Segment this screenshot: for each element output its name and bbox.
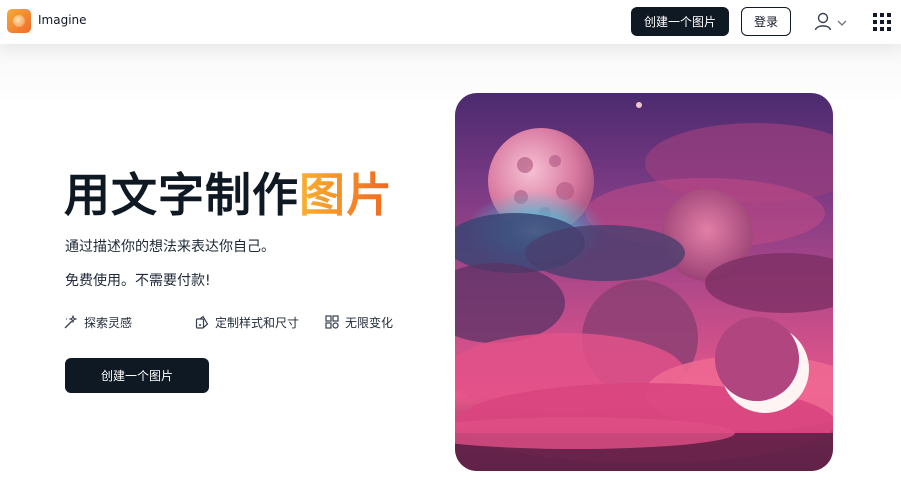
feature-label: 无限变化 — [345, 315, 394, 330]
user-menu[interactable] — [814, 12, 850, 32]
chevron-down-icon — [837, 20, 847, 26]
hero-title-accent: 图片 — [299, 168, 393, 222]
apps-grid-icon[interactable] — [873, 13, 891, 31]
imagine-logo-icon[interactable] — [7, 9, 31, 33]
hero-subtitle: 通过描述你的想法来表达你自己。 — [65, 239, 275, 255]
hero-title: 用文字制作图片 — [64, 167, 393, 223]
hero-free-note: 免费使用。不需要付款! — [65, 273, 211, 289]
grid-icon — [325, 315, 339, 329]
hero-title-main: 用文字制作 — [64, 168, 299, 222]
feature-custom-style: 定制样式和尺寸 — [195, 314, 299, 330]
wand-icon — [64, 315, 78, 329]
hero-moon-sky-image — [455, 93, 833, 471]
palette-icon — [195, 315, 209, 329]
feature-explore: 探索灵感 — [64, 314, 132, 330]
create-image-button-hero[interactable]: 创建一个图片 — [65, 358, 209, 393]
login-button[interactable]: 登录 — [741, 7, 791, 36]
feature-unlimited: 无限变化 — [325, 314, 393, 330]
feature-label: 探索灵感 — [84, 315, 133, 330]
top-navbar: Imagine 创建一个图片 登录 — [0, 0, 901, 44]
create-image-button-header[interactable]: 创建一个图片 — [631, 7, 729, 36]
user-icon — [814, 12, 847, 31]
brand-name[interactable]: Imagine — [38, 13, 87, 27]
feature-label: 定制样式和尺寸 — [215, 315, 300, 330]
